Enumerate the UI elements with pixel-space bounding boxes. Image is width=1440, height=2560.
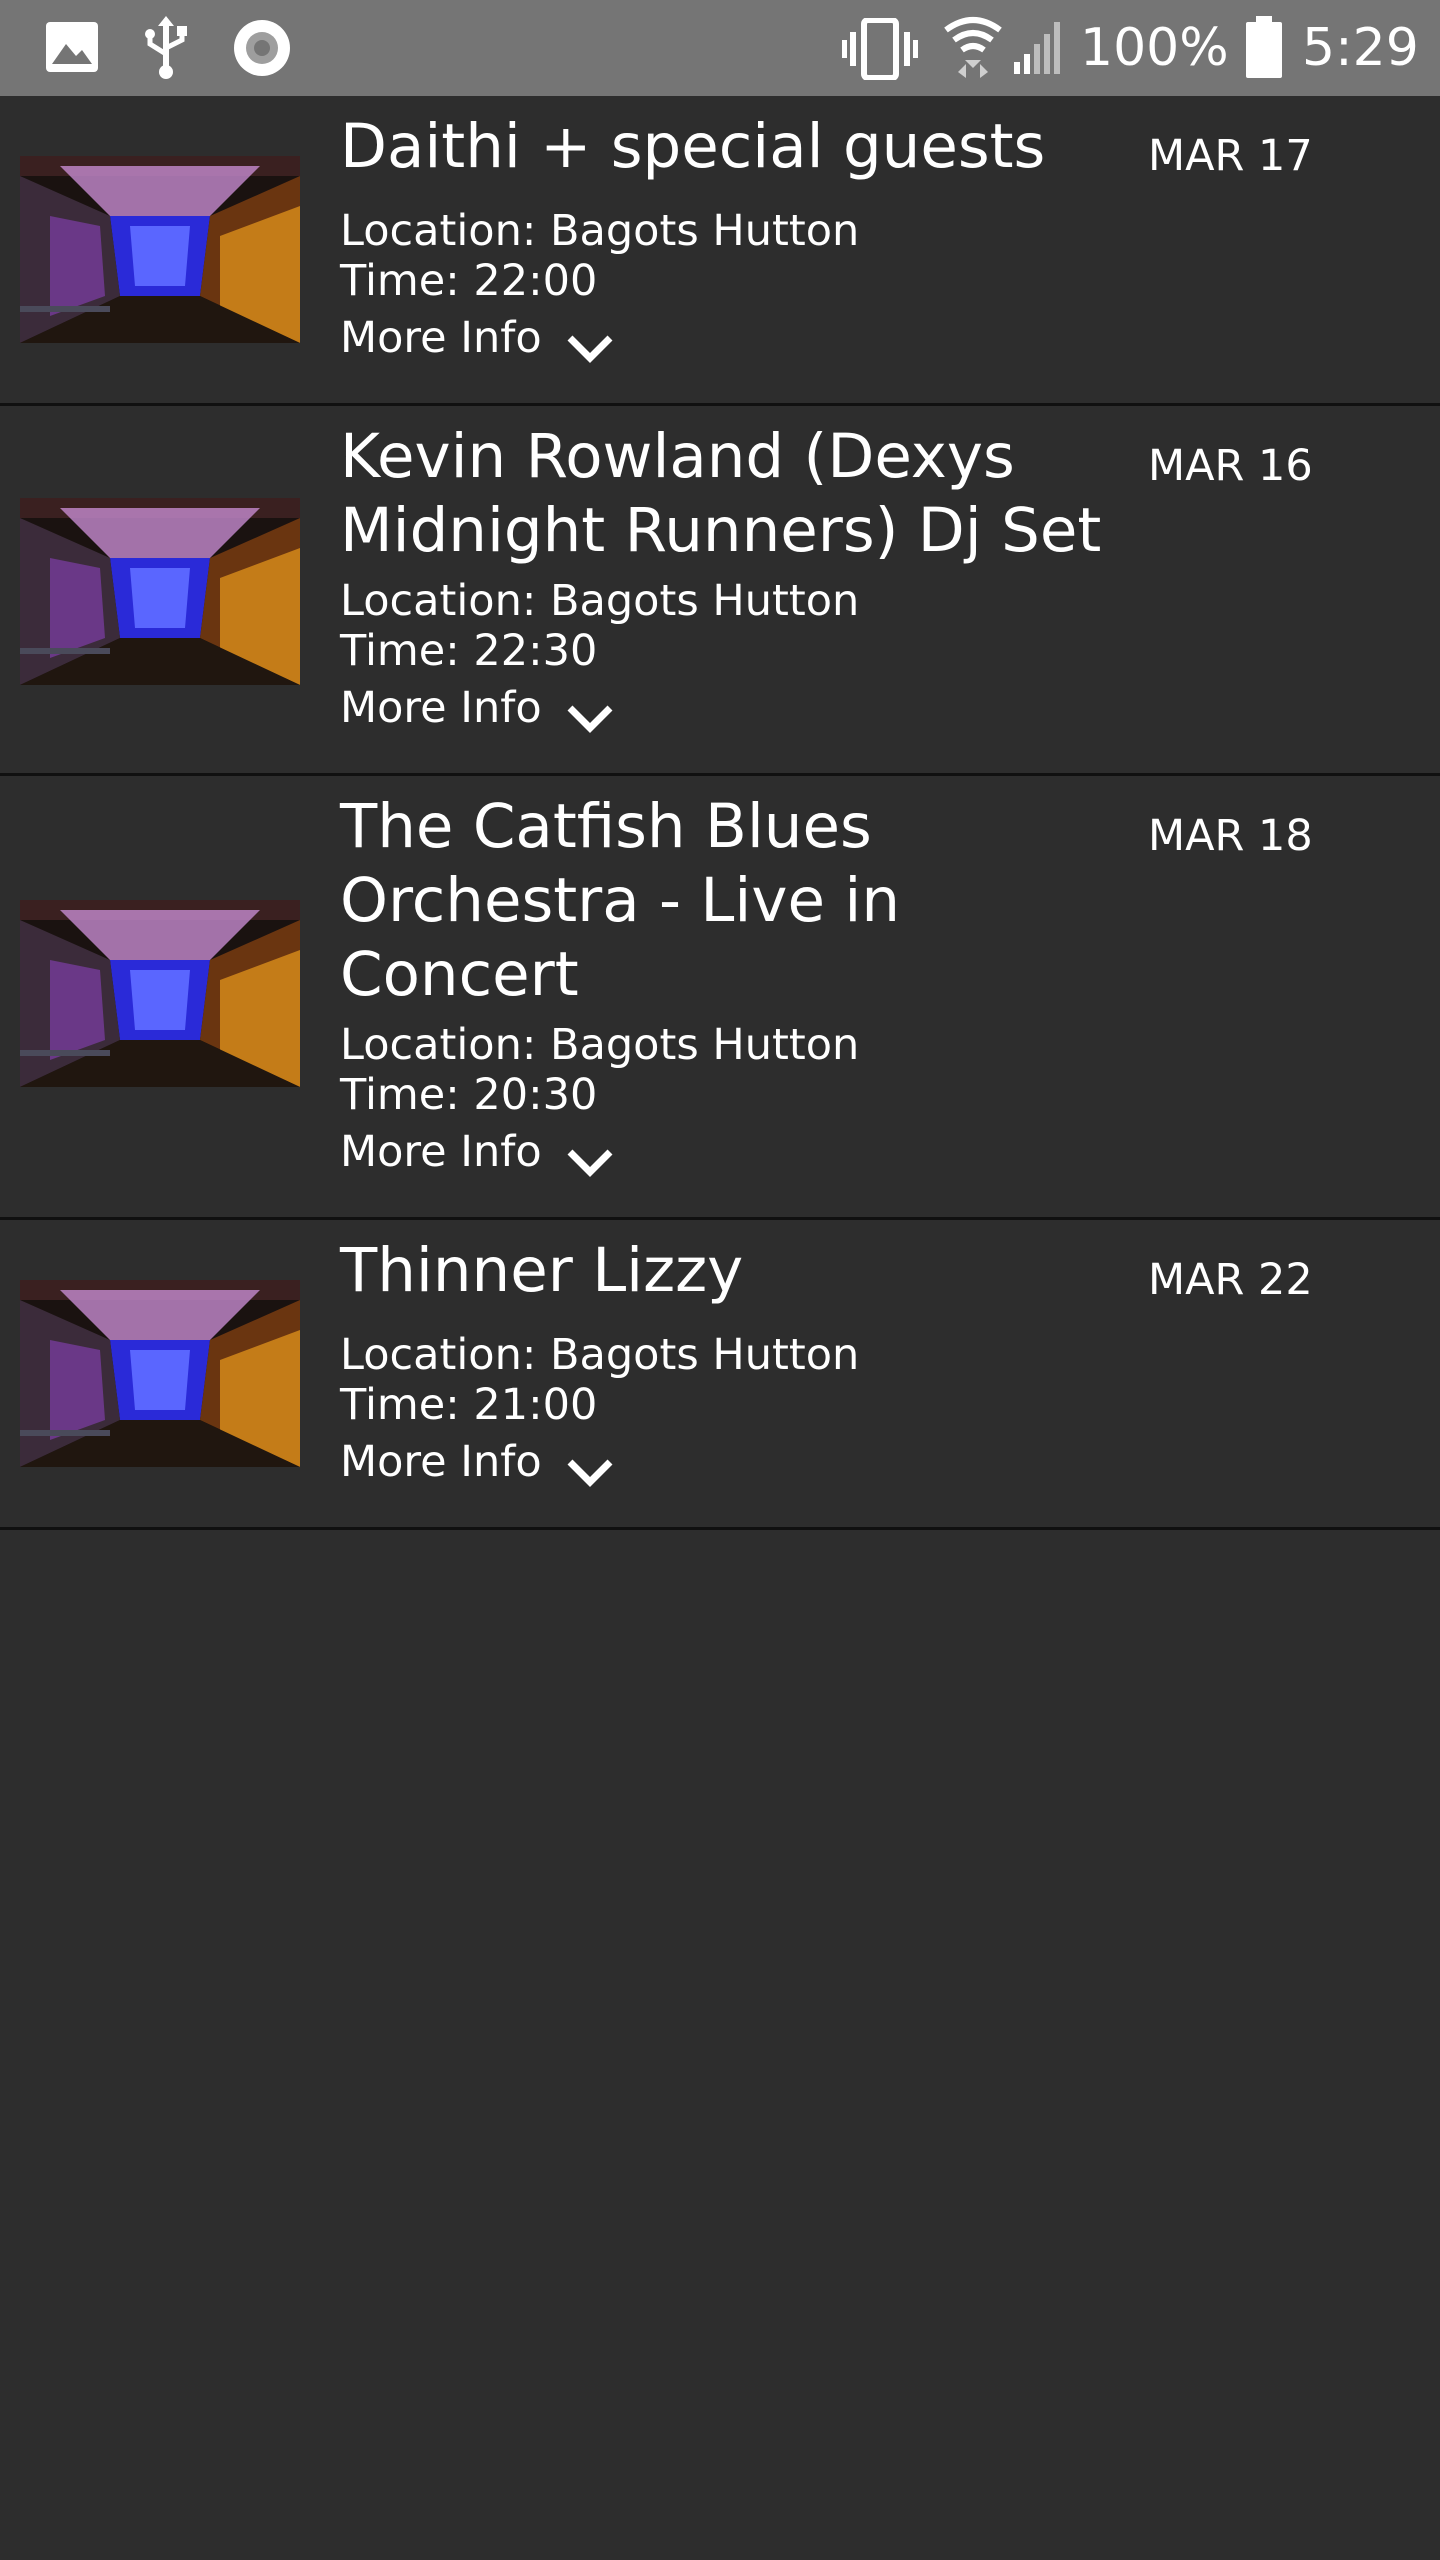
event-title-line: Concert: [340, 939, 579, 1010]
event-date: MAR 16: [1148, 441, 1313, 491]
clock: 5:29: [1302, 18, 1419, 78]
event-date: MAR 18: [1148, 811, 1313, 861]
chevron-down-icon: [567, 1149, 613, 1177]
more-info-button[interactable]: More Info: [340, 1434, 614, 1504]
event-title: Kevin Rowland (Dexys Midnight Runners) D…: [340, 420, 1140, 568]
more-info-button[interactable]: More Info: [340, 1124, 614, 1194]
event-time: Time: 22:30: [340, 626, 598, 676]
event-title-line: The Catfish Blues: [340, 791, 872, 862]
more-info-label: More Info: [340, 1127, 542, 1177]
venue-image: [20, 1280, 300, 1467]
more-info-label: More Info: [340, 313, 542, 363]
event-date: MAR 22: [1148, 1255, 1313, 1305]
cell-signal-icon: [1014, 22, 1060, 74]
event-title-line: Midnight Runners) Dj Set: [340, 495, 1102, 566]
status-bar: 100% 5:29: [0, 0, 1440, 96]
event-title-line: Orchestra - Live in: [340, 865, 900, 936]
venue-image: [20, 498, 300, 685]
chevron-down-icon: [567, 335, 613, 363]
chevron-down-icon: [567, 1459, 613, 1487]
more-info-label: More Info: [340, 683, 542, 733]
battery-icon: [1246, 16, 1282, 78]
battery-percent: 100%: [1080, 18, 1229, 78]
event-time: Time: 20:30: [340, 1070, 598, 1120]
event-row[interactable]: The Catfish Blues Orchestra - Live in Co…: [0, 776, 1440, 1220]
venue-image: [20, 156, 300, 343]
chevron-down-icon: [567, 705, 613, 733]
event-title: Daithi + special guests: [340, 110, 1140, 184]
more-info-button[interactable]: More Info: [340, 310, 614, 380]
event-time: Time: 22:00: [340, 256, 598, 306]
event-row[interactable]: Thinner Lizzy MAR 22 Location: Bagots Hu…: [0, 1220, 1440, 1530]
event-title-line: Daithi + special guests: [340, 111, 1046, 182]
event-location: Location: Bagots Hutton: [340, 1330, 860, 1380]
event-row[interactable]: Kevin Rowland (Dexys Midnight Runners) D…: [0, 406, 1440, 776]
event-title-line: Kevin Rowland (Dexys: [340, 421, 1015, 492]
wifi-icon: [944, 17, 1002, 78]
record-icon: [234, 20, 290, 76]
event-date: MAR 17: [1148, 131, 1313, 181]
usb-icon: [145, 16, 187, 79]
event-time: Time: 21:00: [340, 1380, 598, 1430]
more-info-button[interactable]: More Info: [340, 680, 614, 750]
event-location: Location: Bagots Hutton: [340, 206, 860, 256]
event-row[interactable]: Daithi + special guests MAR 17 Location:…: [0, 96, 1440, 406]
event-title-line: Thinner Lizzy: [340, 1235, 744, 1306]
event-location: Location: Bagots Hutton: [340, 576, 860, 626]
vibrate-icon: [842, 18, 918, 80]
event-title: The Catfish Blues Orchestra - Live in Co…: [340, 790, 1140, 1012]
event-location: Location: Bagots Hutton: [340, 1020, 860, 1070]
more-info-label: More Info: [340, 1437, 542, 1487]
event-title: Thinner Lizzy: [340, 1234, 1140, 1308]
venue-image: [20, 900, 300, 1087]
image-icon: [46, 22, 98, 72]
